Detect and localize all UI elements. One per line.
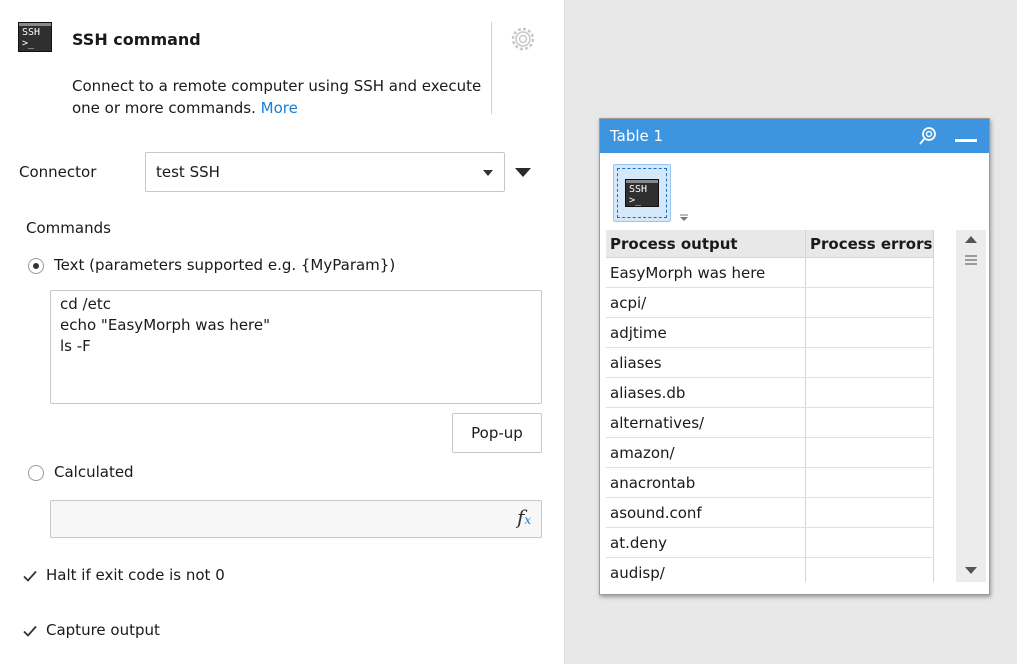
- table-cell[interactable]: EasyMorph was here: [606, 258, 806, 288]
- table-cell[interactable]: aliases: [606, 348, 806, 378]
- table-cell[interactable]: [806, 408, 934, 438]
- calculated-option-radio[interactable]: [28, 465, 44, 481]
- connector-label: Connector: [19, 163, 97, 181]
- popup-button[interactable]: Pop-up: [452, 413, 542, 453]
- table-cell[interactable]: [806, 318, 934, 348]
- action-title: SSH command: [72, 30, 201, 49]
- table-cell[interactable]: [806, 558, 934, 582]
- commands-label: Commands: [26, 219, 111, 237]
- table-cell[interactable]: alternatives/: [606, 408, 806, 438]
- text-option-label[interactable]: Text (parameters supported e.g. {MyParam…: [54, 256, 395, 274]
- table-cell[interactable]: at.deny: [606, 528, 806, 558]
- action-description: Connect to a remote computer using SSH a…: [72, 75, 482, 119]
- ssh-terminal-icon: SSH >_: [18, 22, 52, 52]
- column-header-process-errors[interactable]: Process errors: [806, 230, 934, 258]
- table-toolbar: SSH >_: [603, 156, 986, 226]
- calculated-expression-field[interactable]: fx: [50, 500, 542, 538]
- settings-panel: SSH >_ SSH command Connect to a remote co…: [0, 0, 565, 664]
- scroll-down-icon[interactable]: [965, 567, 977, 574]
- more-link[interactable]: More: [261, 99, 298, 117]
- ssh-terminal-icon: SSH >_: [625, 179, 659, 207]
- table-title: Table 1: [610, 127, 664, 145]
- table-cell[interactable]: [806, 468, 934, 498]
- table-cell[interactable]: adjtime: [606, 318, 806, 348]
- header-divider: [491, 22, 492, 114]
- vertical-scrollbar[interactable]: [956, 230, 986, 582]
- table-cell[interactable]: aliases.db: [606, 378, 806, 408]
- fx-icon[interactable]: fx: [517, 505, 531, 529]
- column-header-process-output[interactable]: Process output: [606, 230, 806, 258]
- table-cell[interactable]: audisp/: [606, 558, 806, 582]
- capture-output-label[interactable]: Capture output: [46, 621, 160, 639]
- table-cell[interactable]: asound.conf: [606, 498, 806, 528]
- chevron-down-icon: [483, 170, 493, 176]
- table-cell[interactable]: [806, 288, 934, 318]
- connector-value: test SSH: [156, 163, 220, 181]
- scroll-up-icon[interactable]: [965, 236, 977, 243]
- scroll-grip-icon[interactable]: [964, 254, 978, 266]
- table-cell[interactable]: [806, 258, 934, 288]
- connector-menu-icon[interactable]: [515, 168, 531, 177]
- pin-icon[interactable]: [918, 126, 938, 146]
- commands-textarea[interactable]: cd /etc echo "EasyMorph was here" ls -F: [50, 290, 542, 404]
- calculated-option-label[interactable]: Calculated: [54, 463, 134, 481]
- table-cell[interactable]: [806, 438, 934, 468]
- table-cell[interactable]: [806, 378, 934, 408]
- table-cell[interactable]: amazon/: [606, 438, 806, 468]
- table-cell[interactable]: anacrontab: [606, 468, 806, 498]
- ssh-action-button[interactable]: SSH >_: [613, 164, 671, 222]
- table-cell[interactable]: acpi/: [606, 288, 806, 318]
- minimize-icon[interactable]: [955, 139, 977, 142]
- table-window[interactable]: Table 1 SSH >_ Process output Process err…: [599, 118, 990, 595]
- halt-checkbox[interactable]: [22, 568, 38, 584]
- gear-icon[interactable]: [510, 26, 536, 52]
- table-cell[interactable]: [806, 348, 934, 378]
- text-option-radio[interactable]: [28, 258, 44, 274]
- table-titlebar[interactable]: Table 1: [600, 119, 989, 153]
- halt-label[interactable]: Halt if exit code is not 0: [46, 566, 225, 584]
- connector-select[interactable]: test SSH: [145, 152, 505, 192]
- toolbar-overflow-icon[interactable]: [679, 214, 689, 222]
- ssh-icon-text: SSH >_: [22, 27, 41, 49]
- capture-output-checkbox[interactable]: [22, 623, 38, 639]
- table-cell[interactable]: [806, 528, 934, 558]
- table-cell[interactable]: [806, 498, 934, 528]
